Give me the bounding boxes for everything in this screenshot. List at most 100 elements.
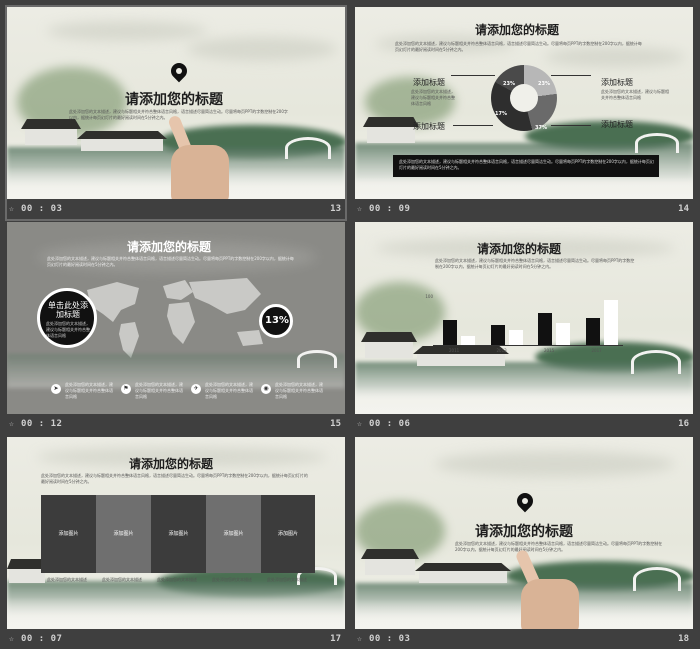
pointing-hand-image	[507, 548, 587, 629]
image-placeholder-panel[interactable]: 添加图片	[96, 495, 151, 573]
pie-label: 23%	[538, 81, 550, 87]
slide-timing: 00 : 07	[21, 634, 63, 644]
star-icon: ☆	[357, 634, 362, 643]
pavilion-roof	[361, 549, 419, 559]
mist	[435, 451, 675, 477]
slide-intro-text: 此处添加您的文本描述，建议与标题相关并符合整体语言风格，语言描述尽量简洁生动。尽…	[435, 258, 635, 269]
slide-number: 14	[678, 204, 689, 214]
slide-title: 请添加您的标题	[129, 457, 214, 471]
chart-bar	[461, 336, 475, 345]
star-icon: ☆	[357, 204, 362, 213]
pavilion-wall	[365, 559, 415, 575]
slide-title: 请添加您的标题	[125, 92, 223, 108]
panel-desc: 此处添加您的文本描述	[212, 577, 252, 582]
slide-title: 请添加您的标题	[127, 240, 212, 254]
slide-meta-bar: ☆ 00 : 09 14	[355, 199, 693, 219]
eye-icon: ◉	[261, 384, 271, 394]
slide-number: 15	[330, 419, 341, 429]
icon-desc: 此处添加您的文本描述，建议与标题相关并符合整体语言风格	[135, 382, 183, 399]
mist	[47, 21, 207, 41]
image-placeholder-panel[interactable]: 添加图片	[206, 495, 261, 573]
world-map	[87, 278, 263, 358]
connector-line	[551, 125, 591, 126]
slide-meta-bar: ☆ 00 : 03 18	[355, 629, 693, 649]
pavilion-roof	[361, 332, 417, 342]
footer-text: 此处添加您的文本描述，建议与标题相关并符合整体语言风格，语言描述尽量简洁生动。尽…	[399, 159, 654, 170]
label-desc: 此处添加您的文本描述，建议与标题相关并符合整体语言风格	[411, 89, 455, 106]
donut-chart	[491, 65, 557, 131]
slide-number: 16	[678, 419, 689, 429]
building-roof	[77, 131, 167, 139]
icon-desc: 此处添加您的文本描述，建议与标题相关并符合整体语言风格	[65, 382, 113, 399]
chart-bar	[508, 330, 523, 345]
panel-desc: 此处添加您的文本描述	[102, 577, 142, 582]
panel-desc: 此处添加您的文本描述	[47, 577, 87, 582]
pavilion-wall	[25, 129, 77, 145]
star-icon: ☆	[9, 204, 14, 213]
x-axis	[433, 345, 623, 346]
building-wall	[417, 354, 505, 366]
pie-label: 17%	[495, 111, 507, 117]
slide-thumbnail-16[interactable]: 请添加您的标题 此处添加您的文本描述，建议与标题相关并符合整体语言风格，语言描述…	[355, 222, 693, 434]
slide-thumbnail-18[interactable]: 请添加您的标题 此处添加您的文本描述，建议与标题相关并符合整体语言风格，语言描述…	[355, 437, 693, 649]
pavilion-wall	[365, 342, 413, 358]
icon-desc: 此处添加您的文本描述，建议与标题相关并符合整体语言风格	[275, 382, 323, 399]
pie-label: 23%	[503, 81, 515, 87]
rocket-icon: ➤	[51, 384, 61, 394]
circle-title: 单击此处添加标题	[48, 301, 88, 319]
circle-desc: 此处添加您的文本描述，建议与标题相关并符合整体语言风格	[46, 321, 90, 338]
chart-bar	[443, 320, 457, 345]
connector-line	[551, 75, 591, 76]
arch-bridge	[631, 350, 681, 374]
slide-number: 18	[678, 634, 689, 644]
slide-intro-text: 此处添加您的文本描述，建议与标题相关并符合整体语言风格，语言描述尽量简洁生动。尽…	[41, 473, 308, 484]
bar-chart: 2011 2013 2015 2017	[433, 294, 623, 353]
slide-preview: 请添加您的标题 此处添加您的文本描述，建议与标题相关并符合整体语言风格，语言描述…	[355, 222, 693, 414]
slide-meta-bar: ☆ 00 : 06 16	[355, 414, 693, 434]
building-wall	[419, 571, 507, 583]
slide-timing: 00 : 09	[369, 204, 411, 214]
label-title: 添加标题	[413, 122, 445, 131]
star-icon: ☆	[9, 634, 14, 643]
connector-line	[451, 75, 495, 76]
icon-desc: 此处添加您的文本描述，建议与标题相关并符合整体语言风格	[205, 382, 253, 399]
fog	[7, 597, 345, 629]
pie-label: 37%	[535, 125, 547, 131]
x-tick-label: 2015	[544, 348, 555, 353]
percent-value: 13%	[265, 315, 289, 326]
chart-bar	[603, 300, 618, 345]
slide-preview: 请添加您的标题 此处添加您的文本描述，建议与标题相关并符合整体语言风格，语言描述…	[7, 437, 345, 629]
slide-thumbnail-15[interactable]: 请添加您的标题 此处添加您的文本描述，建议与标题相关并符合整体语言风格，语言描述…	[7, 222, 345, 434]
slide-title: 请添加您的标题	[475, 524, 573, 540]
y-tick: 100	[425, 294, 433, 299]
slide-timing: 00 : 12	[21, 419, 63, 429]
label-title: 添加标题	[601, 120, 633, 129]
slide-timing: 00 : 03	[369, 634, 411, 644]
arch-bridge	[635, 133, 679, 153]
image-placeholder-panel[interactable]: 添加图片	[41, 495, 96, 573]
chart-bar	[585, 317, 600, 345]
panel-desc: 此处添加您的文本描述	[157, 577, 197, 582]
connector-line	[453, 125, 493, 126]
footer-text-bar: 此处添加您的文本描述，建议与标题相关并符合整体语言风格，语言描述尽量简洁生动。尽…	[393, 155, 659, 177]
slide-thumbnail-13[interactable]: 请添加您的标题 此处添加您的文本描述，建议与标题相关并符合整体语言风格，语言描述…	[5, 5, 347, 221]
fog	[355, 177, 693, 199]
slide-thumbnail-14[interactable]: 请添加您的标题 此处添加您的文本描述，建议与标题相关并符合整体语言风格，语言描述…	[355, 7, 693, 219]
send-icon: ✈	[191, 384, 201, 394]
slide-timing: 00 : 06	[369, 419, 411, 429]
percent-badge: 13%	[259, 304, 293, 338]
highlight-circle: 单击此处添加标题 此处添加您的文本描述，建议与标题相关并符合整体语言风格	[37, 288, 97, 348]
slide-meta-bar: ☆ 00 : 12 15	[7, 414, 345, 434]
chart-bar	[538, 312, 552, 345]
slide-thumbnail-17[interactable]: 请添加您的标题 此处添加您的文本描述，建议与标题相关并符合整体语言风格，语言描述…	[7, 437, 345, 649]
flag-icon: ⚑	[121, 384, 131, 394]
panel-desc: 此处添加您的文本描述	[267, 577, 307, 582]
building-roof	[415, 563, 511, 571]
mist	[187, 37, 337, 61]
image-placeholder-panel[interactable]: 添加图片	[151, 495, 206, 573]
chart-bar	[490, 325, 505, 345]
x-tick-label: 2013	[496, 348, 507, 353]
pavilion-wall	[367, 127, 415, 143]
image-placeholder-panel[interactable]: 添加图片	[261, 495, 315, 573]
x-tick-label: 2011	[449, 348, 460, 353]
